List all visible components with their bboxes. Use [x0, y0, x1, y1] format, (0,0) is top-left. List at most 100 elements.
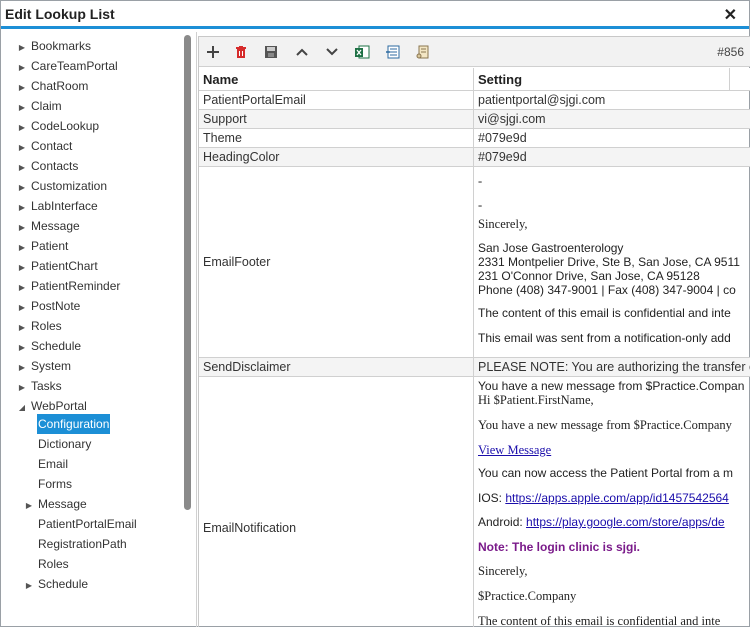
expand-arrow-icon[interactable]: ▶ [17, 98, 27, 118]
save-icon[interactable] [261, 42, 281, 62]
collapse-arrow-icon[interactable]: ◢ [17, 398, 27, 418]
add-icon[interactable] [203, 42, 223, 62]
close-icon[interactable]: ✕ [724, 5, 737, 25]
ios-app-link[interactable]: https://apps.apple.com/app/id1457542564 [505, 491, 729, 505]
column-header-name[interactable]: Name [199, 68, 238, 91]
expand-arrow-icon[interactable]: ▶ [17, 278, 27, 298]
footer-line: Phone (408) 347-9001 | Fax (408) 347-900… [478, 283, 736, 297]
expand-arrow-icon[interactable]: ▶ [17, 118, 27, 138]
notification-line: The content of this email is confidentia… [478, 614, 721, 627]
tree-item-registrationpath[interactable]: RegistrationPath [38, 534, 127, 554]
tree-item-dictionary[interactable]: Dictionary [38, 434, 91, 454]
expand-arrow-icon[interactable]: ▶ [17, 338, 27, 358]
row-name: SendDisclaimer [203, 360, 291, 374]
expand-arrow-icon[interactable]: ▶ [17, 358, 27, 378]
footer-line: 2331 Montpelier Drive, Ste B, San Jose, … [478, 255, 740, 269]
table-row[interactable]: Theme #079e9d [199, 129, 750, 148]
expand-arrow-icon[interactable]: ▶ [17, 198, 27, 218]
tree-item-webportal-schedule[interactable]: ▶ Schedule [24, 574, 88, 594]
footer-line: The content of this email is confidentia… [478, 306, 731, 320]
column-divider [473, 68, 474, 91]
sidebar-scrollbar[interactable] [184, 35, 191, 510]
table-row[interactable]: SendDisclaimer PLEASE NOTE: You are auth… [199, 358, 750, 377]
footer-sincerely: Sincerely, [478, 217, 528, 231]
tree-item-chatroom[interactable]: ▶ ChatRoom [17, 76, 88, 96]
tree-item-bookmarks[interactable]: ▶ Bookmarks [17, 36, 91, 56]
expand-arrow-icon[interactable]: ▶ [17, 138, 27, 158]
notification-line: $Practice.Company [478, 589, 577, 603]
row-setting[interactable]: PLEASE NOTE: You are authorizing the tra… [478, 360, 750, 374]
tree-item-roles[interactable]: ▶ Roles [17, 316, 62, 336]
dialog-title: Edit Lookup List [5, 6, 115, 22]
expand-arrow-icon[interactable]: ▶ [17, 78, 27, 98]
row-setting[interactable]: vi@sjgi.com [478, 112, 750, 126]
tree-item-claim[interactable]: ▶ Claim [17, 96, 62, 116]
expand-arrow-icon[interactable]: ▶ [17, 238, 27, 258]
column-divider [729, 68, 730, 91]
tree-item-patient[interactable]: ▶ Patient [17, 236, 68, 256]
notification-android-line: Android: https://play.google.com/store/a… [478, 515, 725, 529]
column-header-setting[interactable]: Setting [474, 68, 522, 91]
delete-icon[interactable] [231, 42, 251, 62]
table-row[interactable]: EmailFooter - - Sincerely, San Jose Gast… [199, 167, 750, 358]
row-setting[interactable]: #079e9d [478, 150, 750, 164]
expand-arrow-icon[interactable]: ▶ [17, 218, 27, 238]
grid-header: Name Setting [199, 68, 750, 91]
notification-line: Sincerely, [478, 564, 528, 578]
table-row[interactable]: Support vi@sjgi.com [199, 110, 750, 129]
tree-item-schedule[interactable]: ▶ Schedule [17, 336, 81, 356]
expand-arrow-icon[interactable]: ▶ [17, 318, 27, 338]
expand-arrow-icon[interactable]: ▶ [17, 258, 27, 278]
expand-arrow-icon[interactable]: ▶ [17, 378, 27, 398]
edit-lookup-dialog: Edit Lookup List ✕ ▶ Bookmarks ▶ CareTeamP… [0, 0, 750, 627]
table-row[interactable]: PatientPortalEmail patientportal@sjgi.co… [199, 91, 750, 110]
tree-item-contact[interactable]: ▶ Contact [17, 136, 72, 156]
notification-line: You can now access the Patient Portal fr… [478, 466, 734, 480]
expand-arrow-icon[interactable]: ▶ [24, 576, 34, 596]
android-app-link[interactable]: https://play.google.com/store/apps/de [526, 515, 725, 529]
footer-line: San Jose Gastroenterology [478, 241, 624, 255]
footer-dash-2: - [478, 198, 483, 212]
notification-line: You have a new message from $Practice.Co… [478, 418, 732, 432]
row-setting[interactable]: #079e9d [478, 131, 750, 145]
tree-item-system[interactable]: ▶ System [17, 356, 71, 376]
expand-arrow-icon[interactable]: ▶ [17, 158, 27, 178]
tree-item-contacts[interactable]: ▶ Contacts [17, 156, 78, 176]
expand-arrow-icon[interactable]: ▶ [17, 38, 27, 58]
tree-item-postnote[interactable]: ▶ PostNote [17, 296, 80, 316]
tree-item-patientportalemail[interactable]: PatientPortalEmail [38, 514, 137, 534]
tree-item-email[interactable]: Email [38, 454, 68, 474]
tree-item-customization[interactable]: ▶ Customization [17, 176, 107, 196]
tree-item-message[interactable]: ▶ Message [17, 216, 80, 236]
move-up-icon[interactable] [292, 42, 312, 62]
tree-item-forms[interactable]: Forms [38, 474, 72, 494]
tree-item-labinterface[interactable]: ▶ LabInterface [17, 196, 98, 216]
expand-arrow-icon[interactable]: ▶ [17, 298, 27, 318]
excel-export-icon[interactable] [352, 42, 372, 62]
footer-dash-1: - [478, 174, 483, 188]
tree-item-patientchart[interactable]: ▶ PatientChart [17, 256, 98, 276]
tree-item-configuration[interactable]: Configuration [37, 414, 111, 434]
footer-line: 231 O'Connor Drive, San Jose, CA 95128 [478, 269, 700, 283]
tree-item-webportal-roles[interactable]: Roles [38, 554, 69, 574]
move-down-icon[interactable] [322, 42, 342, 62]
scroll-icon[interactable] [413, 42, 433, 62]
toolbar: #856 [199, 37, 750, 67]
expand-arrow-icon[interactable]: ▶ [17, 178, 27, 198]
tree-item-careteamportal[interactable]: ▶ CareTeamPortal [17, 56, 118, 76]
view-message-link[interactable]: View Message [478, 443, 551, 458]
table-row[interactable]: EmailNotification You have a new message… [199, 377, 750, 627]
expand-arrow-icon[interactable]: ▶ [24, 496, 34, 516]
tree-item-webportal-message[interactable]: ▶ Message [24, 494, 87, 514]
expand-arrow-icon[interactable]: ▶ [17, 58, 27, 78]
row-setting[interactable]: patientportal@sjgi.com [478, 93, 750, 107]
table-row[interactable]: HeadingColor #079e9d [199, 148, 750, 167]
row-name: EmailNotification [203, 521, 297, 535]
tree-item-codelookup[interactable]: ▶ CodeLookup [17, 116, 99, 136]
tree-item-patientreminder[interactable]: ▶ PatientReminder [17, 276, 120, 296]
row-name: Theme [203, 131, 242, 145]
footer-line: This email was sent from a notification-… [478, 331, 731, 345]
tree-item-tasks[interactable]: ▶ Tasks [17, 376, 62, 396]
import-icon[interactable] [383, 42, 403, 62]
tree-item-webportal[interactable]: ◢ WebPortal [17, 396, 87, 416]
